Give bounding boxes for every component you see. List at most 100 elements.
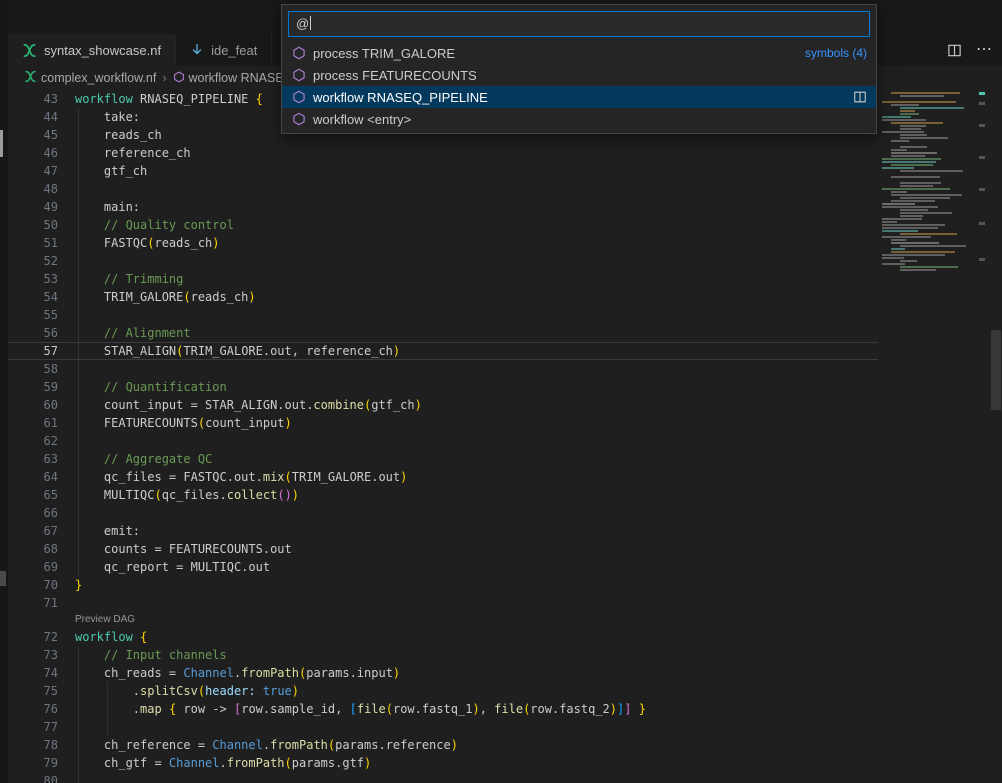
quickpick-item[interactable]: workflow RNASEQ_PIPELINE [282, 86, 876, 108]
line-number: 63 [8, 450, 58, 468]
code-line[interactable]: 68 counts = FEATURECOUNTS.out [8, 540, 878, 558]
code-line[interactable]: 67 emit: [8, 522, 878, 540]
tab-ide-features[interactable]: ide_feat [176, 34, 272, 66]
symbol-icon [173, 71, 185, 86]
line-number: 73 [8, 646, 58, 664]
line-number: 62 [8, 432, 58, 450]
split-editor-button[interactable] [947, 43, 962, 58]
code-line[interactable]: 48 [8, 180, 878, 198]
code-line[interactable]: 77 [8, 718, 878, 736]
code-tokens: ch_reference = Channel.fromPath(params.r… [75, 738, 458, 752]
code-line[interactable]: 51 FASTQC(reads_ch) [8, 234, 878, 252]
code-tokens: .splitCsv(header: true) [75, 684, 299, 698]
code-tokens: ch_reads = Channel.fromPath(params.input… [75, 666, 400, 680]
codelens-preview-dag[interactable]: Preview DAG [75, 612, 878, 628]
download-arrow-icon [190, 43, 204, 57]
line-number: 66 [8, 504, 58, 522]
tab-label: ide_feat [211, 43, 257, 58]
quickpick-item[interactable]: process TRIM_GALOREsymbols (4) [282, 42, 876, 64]
line-number: 60 [8, 396, 58, 414]
code-line[interactable]: 61 FEATURECOUNTS(count_input) [8, 414, 878, 432]
code-editor[interactable]: 43workflow RNASEQ_PIPELINE {44 take:45 r… [8, 90, 1002, 783]
code-line[interactable]: 71 [8, 594, 878, 612]
minimap[interactable] [878, 90, 975, 783]
code-tokens: // Trimming [75, 272, 183, 286]
more-actions-button[interactable]: ⋯ [976, 42, 992, 58]
code-line[interactable]: 80 [8, 772, 878, 783]
code-line[interactable]: 79 ch_gtf = Channel.fromPath(params.gtf) [8, 754, 878, 772]
code-tokens: counts = FEATURECOUNTS.out [75, 542, 292, 556]
code-line[interactable]: 70} [8, 576, 878, 594]
line-number: 46 [8, 144, 58, 162]
quickpick-item[interactable]: workflow <entry> [282, 108, 876, 130]
line-number: 56 [8, 324, 58, 342]
code-line[interactable]: 47 gtf_ch [8, 162, 878, 180]
code-line[interactable]: 78 ch_reference = Channel.fromPath(param… [8, 736, 878, 754]
line-number: 65 [8, 486, 58, 504]
code-line[interactable]: 64 qc_files = FASTQC.out.mix(TRIM_GALORE… [8, 468, 878, 486]
code-line[interactable]: 54 TRIM_GALORE(reads_ch) [8, 288, 878, 306]
line-number: 67 [8, 522, 58, 540]
code-line[interactable]: 57 STAR_ALIGN(TRIM_GALORE.out, reference… [8, 342, 878, 360]
line-number: 69 [8, 558, 58, 576]
code-line[interactable]: 52 [8, 252, 878, 270]
code-line[interactable]: 59 // Quantification [8, 378, 878, 396]
quickpick-item[interactable]: process FEATURECOUNTS [282, 64, 876, 86]
quickpick-item-label: workflow RNASEQ_PIPELINE [313, 90, 488, 105]
symbol-icon [291, 111, 307, 127]
code-line[interactable]: 66 [8, 504, 878, 522]
code-tokens: emit: [75, 524, 140, 538]
code-lines: 43workflow RNASEQ_PIPELINE {44 take:45 r… [8, 90, 878, 783]
code-line[interactable]: 53 // Trimming [8, 270, 878, 288]
code-line[interactable]: 58 [8, 360, 878, 378]
code-line[interactable]: 56 // Alignment [8, 324, 878, 342]
line-number: 53 [8, 270, 58, 288]
code-tokens: workflow { [75, 630, 147, 644]
vertical-scrollbar[interactable] [991, 330, 1001, 410]
code-line[interactable]: 69 qc_report = MULTIQC.out [8, 558, 878, 576]
code-line[interactable]: 62 [8, 432, 878, 450]
code-line[interactable]: 49 main: [8, 198, 878, 216]
line-number: 44 [8, 108, 58, 126]
breadcrumb-separator: › [162, 71, 166, 85]
line-number: 59 [8, 378, 58, 396]
code-line[interactable]: 76 .map { row -> [row.sample_id, [file(r… [8, 700, 878, 718]
quickpick-input[interactable]: @ [288, 11, 870, 37]
breadcrumb-file-label: complex_workflow.nf [41, 71, 156, 85]
editor-actions: ⋯ [947, 34, 992, 66]
open-to-side-button[interactable] [853, 90, 867, 104]
code-tokens: .map { row -> [row.sample_id, [file(row.… [75, 702, 646, 716]
code-line[interactable]: 73 // Input channels [8, 646, 878, 664]
code-tokens: ch_gtf = Channel.fromPath(params.gtf) [75, 756, 371, 770]
code-line[interactable]: 50 // Quality control [8, 216, 878, 234]
code-line[interactable]: 72 workflow { [8, 628, 878, 646]
code-tokens: // Input channels [75, 648, 227, 662]
code-tokens: } [75, 578, 82, 592]
code-line[interactable]: 63 // Aggregate QC [8, 450, 878, 468]
line-number: 79 [8, 754, 58, 772]
quickpick-item-label: process FEATURECOUNTS [313, 68, 477, 83]
line-number: 43 [8, 90, 58, 108]
code-tokens: gtf_ch [75, 164, 147, 178]
code-tokens: take: [75, 110, 140, 124]
symbol-icon [291, 89, 307, 105]
code-line[interactable]: 55 [8, 306, 878, 324]
window-edge-strip [0, 0, 8, 783]
code-tokens: // Alignment [75, 326, 191, 340]
quick-open-popup: @ process TRIM_GALOREsymbols (4) process … [281, 4, 877, 134]
code-line[interactable]: 75 .splitCsv(header: true) [8, 682, 878, 700]
breadcrumb-file[interactable]: complex_workflow.nf [24, 70, 156, 86]
code-line[interactable]: 60 count_input = STAR_ALIGN.out.combine(… [8, 396, 878, 414]
line-number: 72 [8, 628, 58, 646]
code-line[interactable]: 46 reference_ch [8, 144, 878, 162]
code-tokens: MULTIQC(qc_files.collect()) [75, 488, 299, 502]
symbol-icon [291, 67, 307, 83]
code-line[interactable]: 65 MULTIQC(qc_files.collect()) [8, 486, 878, 504]
line-number: 47 [8, 162, 58, 180]
line-number: 51 [8, 234, 58, 252]
code-tokens: // Quantification [75, 380, 227, 394]
quickpick-input-wrap: @ [282, 5, 876, 42]
line-number: 55 [8, 306, 58, 324]
tab-syntax-showcase[interactable]: syntax_showcase.nf [8, 34, 176, 66]
code-line[interactable]: 74 ch_reads = Channel.fromPath(params.in… [8, 664, 878, 682]
